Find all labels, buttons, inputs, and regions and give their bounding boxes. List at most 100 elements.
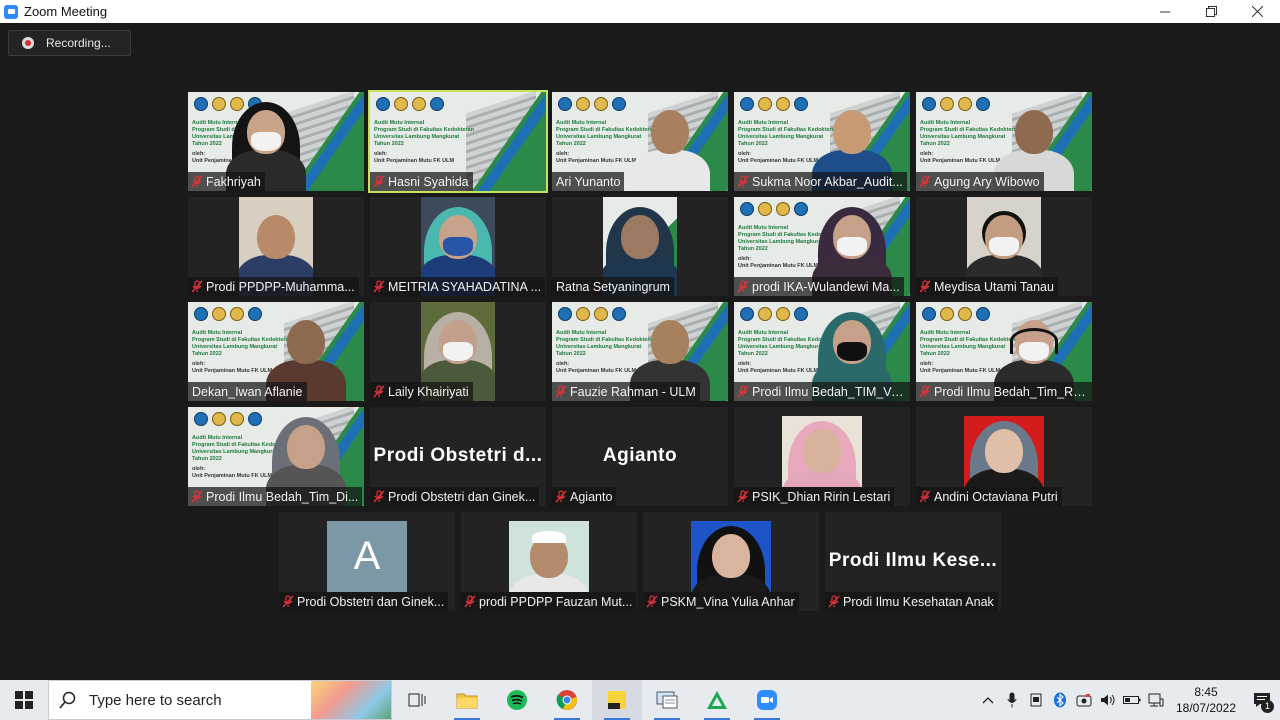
participant-tile[interactable]: prodi PPDPP Fauzan Mut... <box>461 512 637 611</box>
participant-name: Agianto <box>570 489 613 504</box>
taskbar-clock[interactable]: 8:45 18/07/2022 <box>1168 684 1244 716</box>
sticky-notes-button[interactable] <box>592 680 642 720</box>
show-hidden-icons-button[interactable] <box>976 680 1000 720</box>
mic-muted-indicator <box>734 382 752 401</box>
spotify-button[interactable] <box>492 680 542 720</box>
participant-name: Agung Ary Wibowo <box>934 174 1040 189</box>
participant-tile[interactable]: Audit Mutu InternalProgram Studi di Faku… <box>188 302 364 401</box>
chrome-button[interactable] <box>542 680 592 720</box>
participant-tile[interactable]: Audit Mutu InternalProgram Studi di Faku… <box>188 92 364 191</box>
recording-indicator[interactable]: Recording... <box>8 30 131 56</box>
mic-muted-indicator <box>552 487 570 506</box>
microphone-icon <box>1007 692 1017 708</box>
muted-mic-icon <box>373 490 385 503</box>
participant-name: Andini Octaviana Putri <box>934 489 1058 504</box>
participant-name-label: MEITRIA SYAHADATINA ... <box>370 277 546 296</box>
muted-mic-icon <box>373 175 385 188</box>
mic-muted-indicator <box>734 172 752 191</box>
task-view-button[interactable] <box>392 680 442 720</box>
muted-mic-icon <box>737 490 749 503</box>
usb-tray-icon[interactable] <box>1024 680 1048 720</box>
participant-tile[interactable]: MEITRIA SYAHADATINA ... <box>370 197 546 296</box>
search-icon <box>59 691 76 709</box>
sticky-notes-icon <box>608 691 626 709</box>
muted-mic-icon <box>555 490 567 503</box>
muted-mic-icon <box>191 490 203 503</box>
participant-name: Prodi Ilmu Bedah_Tim_Di... <box>206 489 359 504</box>
windows-logo-icon <box>15 691 33 709</box>
action-center-button[interactable]: 1 <box>1244 680 1280 720</box>
participant-tile[interactable]: A Prodi Obstetri dan Ginek... <box>279 512 455 611</box>
zoom-taskbar-button[interactable] <box>742 680 792 720</box>
participant-name-label: Ratna Setyaningrum <box>552 277 674 296</box>
windows-taskbar: Type here to search 8:45 18/07/2022 1 <box>0 680 1280 720</box>
participant-name-label: PSIK_Dhian Ririn Lestari <box>734 487 895 506</box>
participant-tile[interactable]: Audit Mutu InternalProgram Studi di Faku… <box>368 90 548 193</box>
muted-mic-icon <box>919 385 931 398</box>
muted-mic-icon <box>282 595 294 608</box>
ethernet-icon <box>1148 693 1164 707</box>
muted-mic-icon <box>919 175 931 188</box>
participant-name: Meydisa Utami Tanau <box>934 279 1054 294</box>
participant-tile[interactable]: PSIK_Dhian Ririn Lestari <box>734 407 910 506</box>
participant-name-label: Prodi Obstetri dan Ginek... <box>279 592 449 611</box>
muted-mic-icon <box>191 175 203 188</box>
participant-name-label: Prodi Obstetri dan Ginek... <box>370 487 540 506</box>
mic-muted-indicator <box>734 487 752 506</box>
restore-button[interactable] <box>1188 0 1234 23</box>
participant-name-label: Agianto <box>552 487 617 506</box>
muted-mic-icon <box>191 280 203 293</box>
participant-tile[interactable]: Audit Mutu InternalProgram Studi di Faku… <box>188 407 364 506</box>
muted-mic-icon <box>646 595 658 608</box>
participant-tile[interactable]: Audit Mutu InternalProgram Studi di Faku… <box>552 92 728 191</box>
file-explorer-button[interactable] <box>442 680 492 720</box>
mic-muted-indicator <box>370 487 388 506</box>
participant-tile[interactable]: Audit Mutu InternalProgram Studi di Faku… <box>734 92 910 191</box>
participant-name: Prodi Obstetri dan Ginek... <box>388 489 536 504</box>
bluetooth-tray-icon[interactable] <box>1048 680 1072 720</box>
participant-tile[interactable]: Prodi Ilmu Kese... Prodi Ilmu Kesehatan A… <box>825 512 1001 611</box>
participant-tile[interactable]: Prodi PPDPP-Muhamma... <box>188 197 364 296</box>
start-button[interactable] <box>0 680 48 720</box>
participant-name: MEITRIA SYAHADATINA ... <box>388 279 542 294</box>
participant-name-label: Sukma Noor Akbar_Audit... <box>734 172 907 191</box>
participant-tile[interactable]: Agianto Agianto <box>552 407 728 506</box>
participant-tile[interactable]: Andini Octaviana Putri <box>916 407 1092 506</box>
participant-photo <box>509 521 589 592</box>
participant-name: PSKM_Vina Yulia Anhar <box>661 594 795 609</box>
participant-name: Prodi PPDPP-Muhamma... <box>206 279 355 294</box>
participant-photo <box>691 521 771 592</box>
taskbar-search-box[interactable]: Type here to search <box>48 680 392 720</box>
institution-logos <box>376 97 444 111</box>
participant-tile[interactable]: Laily Khairiyati <box>370 302 546 401</box>
mic-muted-indicator <box>279 592 297 611</box>
participant-tile[interactable]: Audit Mutu InternalProgram Studi di Faku… <box>734 302 910 401</box>
meeting-tray-icon[interactable] <box>1072 680 1096 720</box>
participant-tile[interactable]: Audit Mutu InternalProgram Studi di Faku… <box>916 302 1092 401</box>
window-controls <box>1142 0 1280 23</box>
mic-muted-indicator <box>188 277 206 296</box>
participant-tile[interactable]: Ratna Setyaningrum <box>552 197 728 296</box>
volume-tray-icon[interactable] <box>1096 680 1120 720</box>
battery-tray-icon[interactable] <box>1120 680 1144 720</box>
mic-muted-indicator <box>916 277 934 296</box>
participant-tile[interactable]: Meydisa Utami Tanau <box>916 197 1092 296</box>
drive-app-button[interactable] <box>692 680 742 720</box>
network-tray-icon[interactable] <box>1144 680 1168 720</box>
participant-tile[interactable]: PSKM_Vina Yulia Anhar <box>643 512 819 611</box>
participant-tile[interactable]: Audit Mutu InternalProgram Studi di Faku… <box>916 92 1092 191</box>
meeting-view: Recording... Audit Mutu Internal Program … <box>0 23 1280 680</box>
minimize-button[interactable] <box>1142 0 1188 23</box>
participant-tile[interactable]: Audit Mutu InternalProgram Studi di Faku… <box>734 197 910 296</box>
participant-name-label: Hasni Syahida <box>370 172 473 191</box>
participant-name-label: Prodi PPDPP-Muhamma... <box>188 277 359 296</box>
microphone-tray-icon[interactable] <box>1000 680 1024 720</box>
participant-name-label: Prodi Ilmu Bedah_Tim_Di... <box>188 487 363 506</box>
muted-mic-icon <box>464 595 476 608</box>
zoom-icon <box>757 690 777 710</box>
remote-desktop-button[interactable] <box>642 680 692 720</box>
close-button[interactable] <box>1234 0 1280 23</box>
participant-tile[interactable]: Audit Mutu InternalProgram Studi di Faku… <box>552 302 728 401</box>
system-tray: 8:45 18/07/2022 1 <box>976 680 1280 720</box>
participant-tile[interactable]: Prodi Obstetri d... Prodi Obstetri dan Gi… <box>370 407 546 506</box>
